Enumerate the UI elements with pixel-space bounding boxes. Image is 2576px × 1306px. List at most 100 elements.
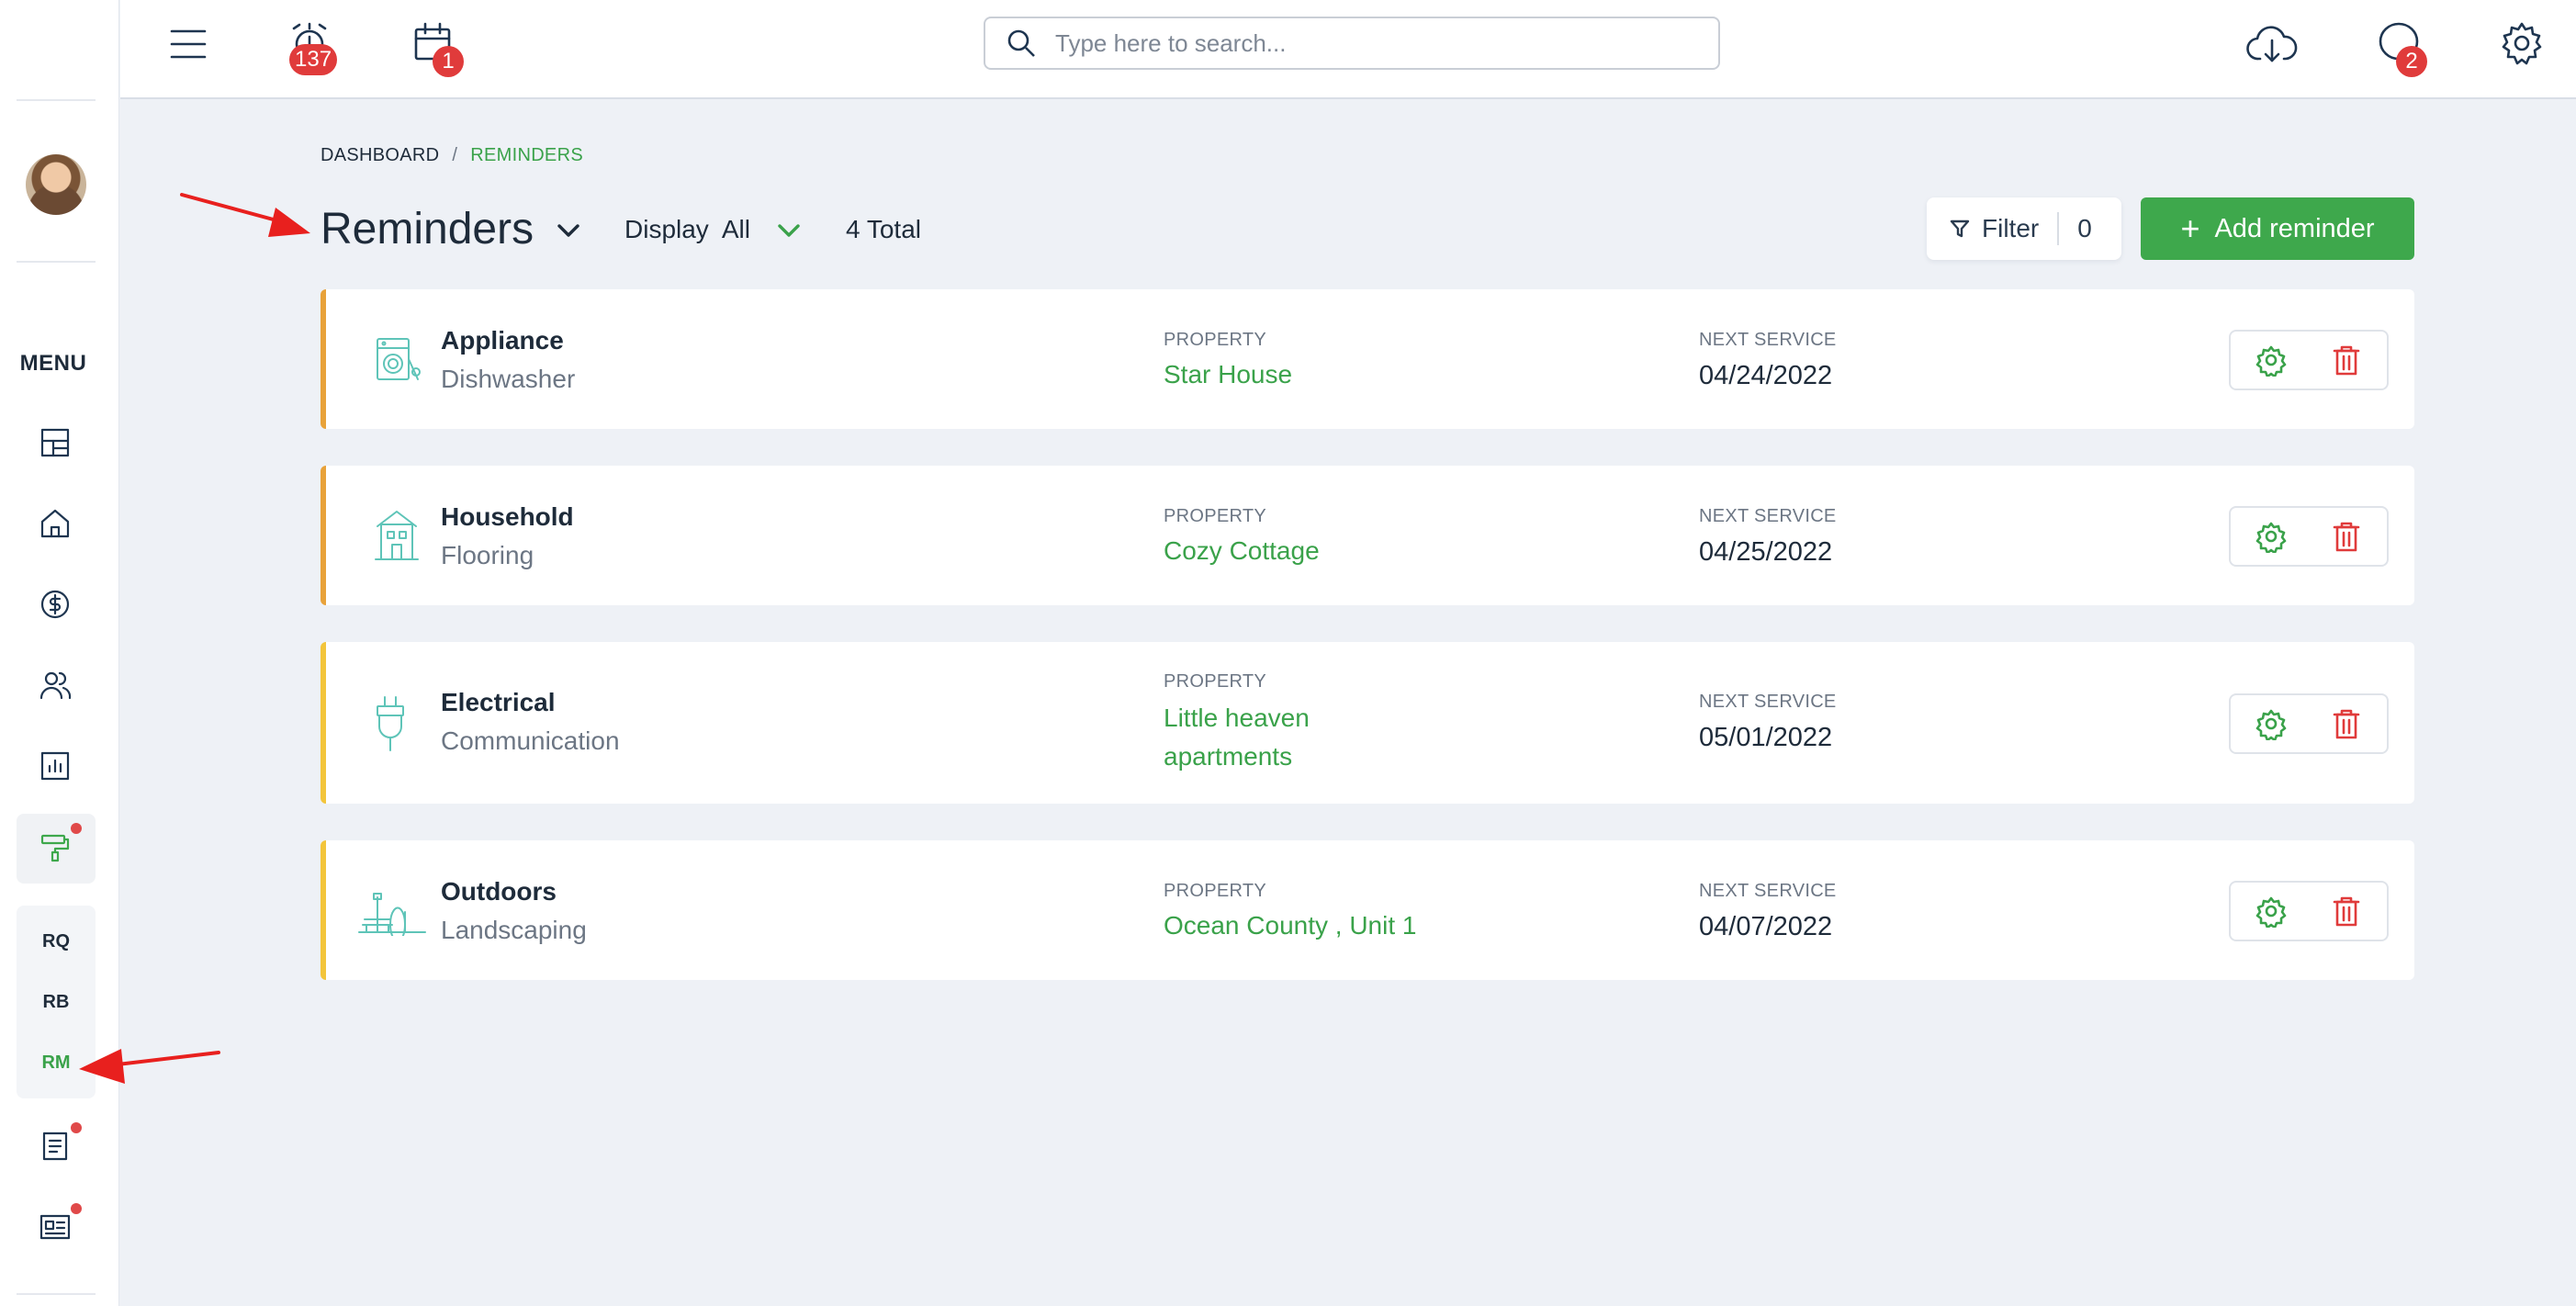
reminder-actions [2229,693,2389,754]
search-input[interactable] [1055,28,1680,58]
menu-title: MENU [19,351,87,376]
delete-reminder-button[interactable] [2330,520,2363,553]
property-label: PROPERTY [1164,330,1267,350]
users-icon [39,671,72,700]
sidebar-divider [17,1293,96,1295]
reminder-next-service: 04/07/2022 [1699,912,1833,941]
display-selector[interactable]: Display All [624,215,750,244]
reminder-next-service: 04/25/2022 [1699,537,1833,567]
page-title[interactable]: Reminders [321,204,534,254]
reminder-next-service: 05/01/2022 [1699,723,1833,752]
sidebar-item-news[interactable] [33,1205,77,1249]
filter-divider [2057,212,2060,245]
hamburger-icon [170,29,207,59]
reminder-subcategory: Flooring [441,541,534,569]
gear-icon [2255,522,2287,555]
reminder-subcategory: Landscaping [441,916,587,944]
edit-reminder-button[interactable] [2255,895,2288,929]
avatar[interactable] [26,154,86,215]
gear-icon [2255,345,2287,378]
search-box[interactable] [984,17,1720,70]
gear-icon [2255,896,2287,929]
newspaper-icon [39,1214,71,1240]
reminder-property[interactable]: Ocean County , Unit 1 [1164,906,1531,945]
sidebar-item-documents[interactable] [33,1124,77,1168]
next-service-label: NEXT SERVICE [1699,506,1837,526]
filter-icon [1950,220,1970,238]
filter-count: 0 [2077,214,2092,242]
sidebar-item-people[interactable] [33,663,77,707]
breadcrumb: DASHBOARD / REMINDERS [321,145,583,166]
house-icon [372,508,422,568]
title-chevron-down-icon[interactable] [555,217,582,244]
sidebar-item-finance[interactable] [33,582,77,626]
sidebar-divider [17,261,96,263]
property-label: PROPERTY [1164,881,1267,901]
dashboard-icon [40,428,70,457]
reminder-subcategory: Communication [441,726,620,755]
filter-button[interactable]: Filter 0 [1927,197,2121,260]
messages-badge: 2 [2396,46,2427,77]
delete-reminder-button[interactable] [2330,707,2363,740]
trash-icon [2333,522,2360,552]
next-service-label: NEXT SERVICE [1699,330,1837,350]
settings-button[interactable] [2495,17,2548,70]
paint-roller-icon [33,825,77,869]
reminder-category: Appliance [441,326,564,355]
reminder-property[interactable]: Star House [1164,355,1439,394]
edit-reminder-button[interactable] [2255,707,2288,742]
sidebar-divider [17,99,96,101]
sidebar-subitem-rq[interactable]: RQ [17,931,96,952]
next-service-label: NEXT SERVICE [1699,692,1837,712]
delete-reminder-button[interactable] [2330,895,2363,928]
breadcrumb-dashboard[interactable]: DASHBOARD [321,145,439,165]
delete-reminder-button[interactable] [2330,343,2363,377]
property-label: PROPERTY [1164,506,1267,526]
reminder-category: Electrical [441,688,556,716]
display-value[interactable]: All [722,215,750,243]
calendar-badge: 1 [433,46,464,77]
plus-icon: + [2180,209,2200,247]
washing-machine-icon [372,335,423,391]
edit-reminder-button[interactable] [2255,343,2288,378]
sidebar-item-properties[interactable] [33,501,77,546]
reminder-card[interactable]: Outdoors Landscaping PROPERTY Ocean Coun… [321,840,2414,980]
document-icon [42,1131,68,1161]
sidebar-item-reports[interactable] [33,744,77,788]
notification-dot [71,1122,82,1133]
notification-dot [71,1203,82,1214]
sidebar-subitem-rb[interactable]: RB [17,992,96,1013]
topbar: 137 1 2 [120,0,2576,99]
reminder-actions [2229,330,2389,390]
breadcrumb-separator: / [452,145,458,165]
add-reminder-label: Add reminder [2214,213,2375,243]
park-icon [357,888,427,942]
cloud-download-icon [2246,26,2298,62]
breadcrumb-current: REMINDERS [470,145,583,165]
alarm-badge: 137 [289,44,338,75]
total-count: 4 Total [846,215,921,243]
display-chevron-down-icon[interactable] [775,217,803,244]
sidebar: MENU RQ RB RM [0,0,119,1306]
reminder-actions [2229,881,2389,941]
gear-icon [2502,22,2542,65]
gear-icon [2255,709,2287,742]
edit-reminder-button[interactable] [2255,520,2288,555]
reminder-next-service: 04/24/2022 [1699,361,1833,390]
reminder-category: Outdoors [441,877,557,906]
download-button[interactable] [2244,17,2300,73]
reminder-subcategory: Dishwasher [441,365,576,393]
annotation-arrow-title [180,193,310,237]
add-reminder-button[interactable]: + Add reminder [2141,197,2414,260]
reminder-property[interactable]: Cozy Cottage [1164,532,1439,570]
reminder-actions [2229,506,2389,567]
bar-chart-icon [40,751,70,781]
plug-icon [372,693,409,759]
reminder-card[interactable]: Appliance Dishwasher PROPERTY Star House… [321,289,2414,429]
sidebar-item-dashboard[interactable] [33,421,77,465]
reminder-property[interactable]: Little heaven apartments [1164,699,1439,776]
reminder-card[interactable]: Electrical Communication PROPERTY Little… [321,642,2414,804]
trash-icon [2333,345,2360,376]
hamburger-menu-button[interactable] [166,22,210,66]
reminder-card[interactable]: Household Flooring PROPERTY Cozy Cottage… [321,466,2414,605]
